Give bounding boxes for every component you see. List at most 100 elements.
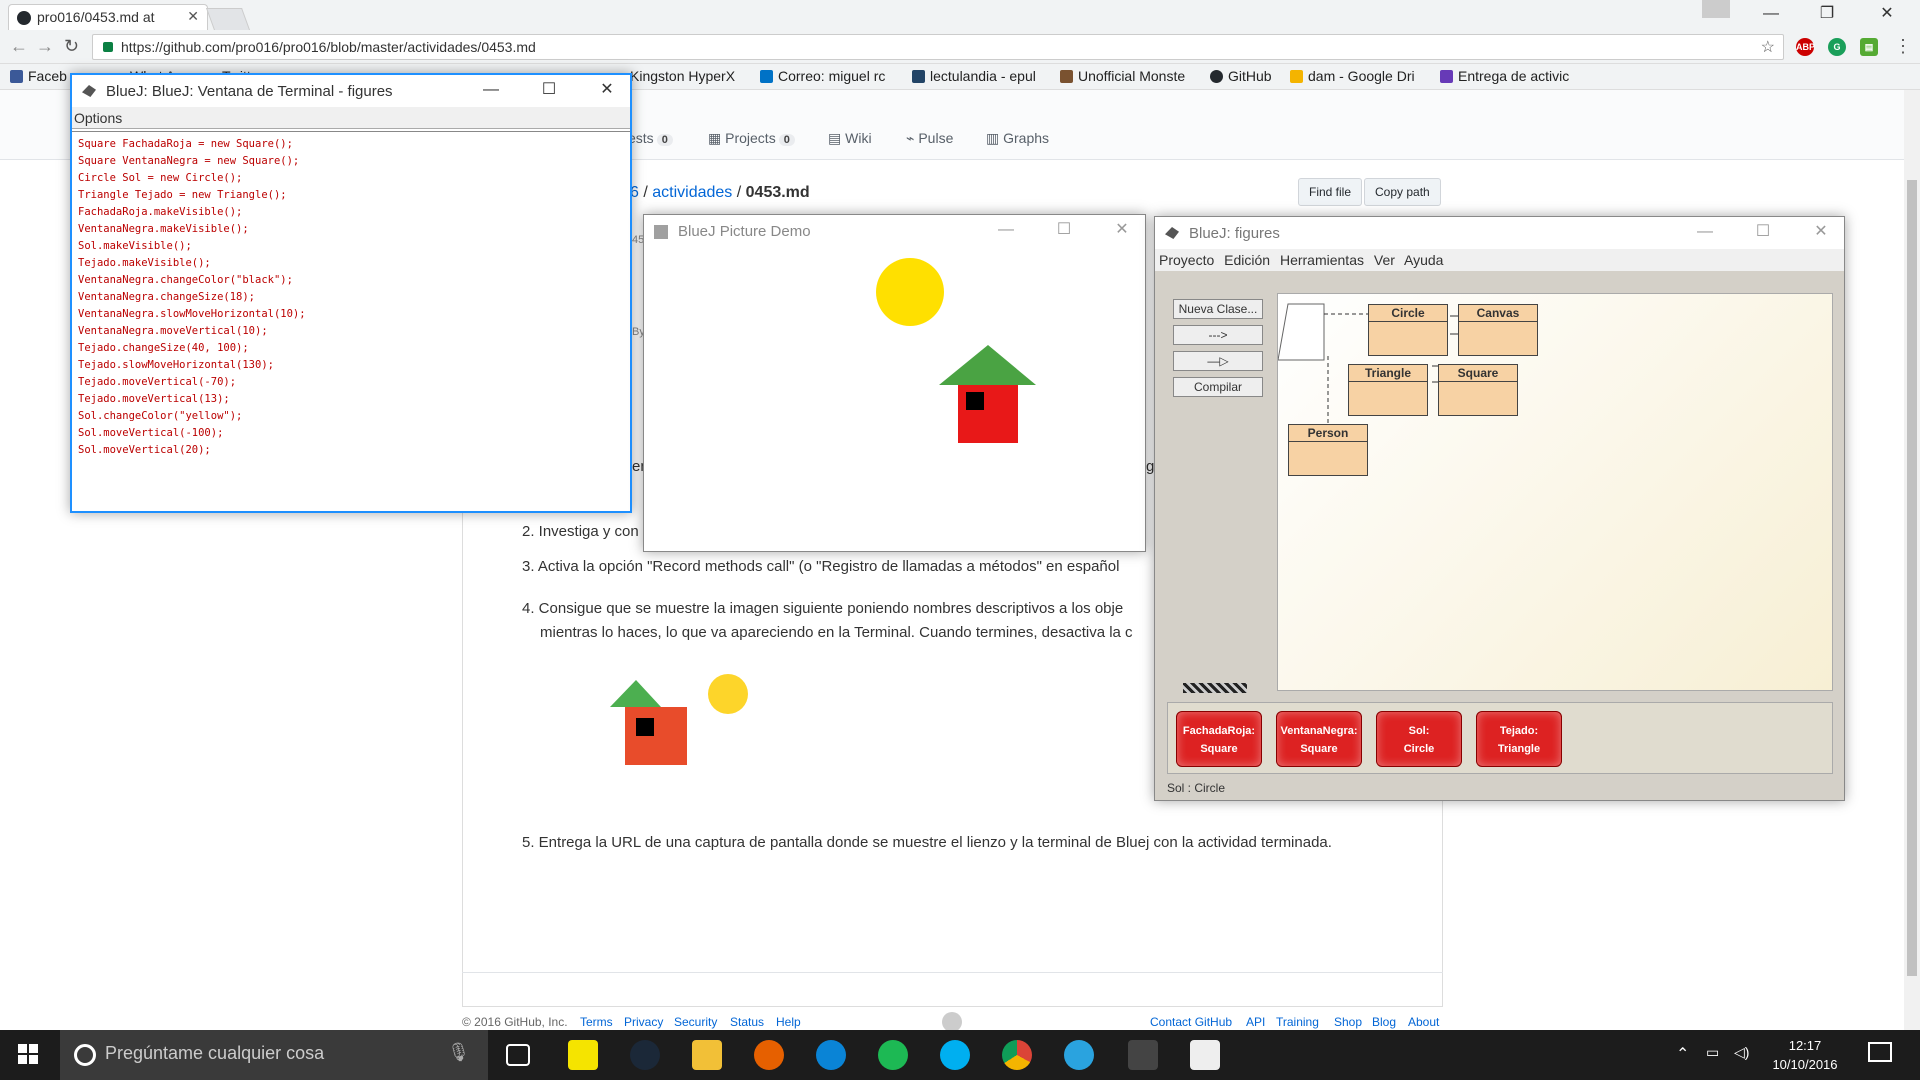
tab-wiki[interactable]: ▤ Wiki (828, 130, 872, 147)
footer-api[interactable]: API (1246, 1015, 1265, 1029)
tab-pulse[interactable]: ⌁ Pulse (906, 130, 953, 147)
clock-date[interactable]: 10/10/2016 (1762, 1057, 1848, 1072)
project-titlebar[interactable]: BlueJ: figures — ☐ ✕ (1155, 217, 1844, 249)
file-explorer-icon[interactable] (692, 1040, 722, 1070)
tray-chevron-icon[interactable]: ⌃ (1676, 1044, 1689, 1064)
clock-time[interactable]: 12:17 (1770, 1038, 1840, 1053)
bookmark-item[interactable]: Correo: miguel rc (760, 68, 885, 84)
bookmark-item[interactable]: Faceb (10, 68, 67, 84)
bookmark-item[interactable]: Entrega de activic (1440, 68, 1569, 84)
java-taskbar-icon[interactable] (1190, 1040, 1220, 1070)
grammarly-icon[interactable]: G (1828, 38, 1846, 56)
menu-ayuda[interactable]: Ayuda (1404, 252, 1443, 268)
back-icon[interactable]: ← (10, 36, 28, 57)
tab-projects[interactable]: ▦ Projects 0 (708, 130, 795, 147)
action-center-icon[interactable] (1868, 1042, 1892, 1062)
compile-button[interactable]: Compilar (1173, 377, 1263, 397)
bookmark-item[interactable]: GitHub (1210, 68, 1272, 84)
picture-titlebar[interactable]: BlueJ Picture Demo — ☐ ✕ (644, 215, 1145, 247)
options-menu[interactable]: Options (72, 107, 630, 129)
skype-icon[interactable] (940, 1040, 970, 1070)
bookmark-item[interactable]: Unofficial Monste (1060, 68, 1185, 84)
footer-privacy[interactable]: Privacy (624, 1015, 663, 1029)
object-ventananegra[interactable]: VentanaNegra: Square (1276, 711, 1362, 767)
menu-herramientas[interactable]: Herramientas (1280, 252, 1364, 268)
bookmark-star-icon[interactable]: ☆ (1761, 37, 1775, 57)
spotify-icon[interactable] (878, 1040, 908, 1070)
page-scrollbar[interactable] (1904, 90, 1920, 1030)
footer-training[interactable]: Training (1276, 1015, 1319, 1029)
footer-contact[interactable]: Contact GitHub (1150, 1015, 1232, 1029)
firefox-icon[interactable] (754, 1040, 784, 1070)
bookmark-item[interactable]: lectulandia - epul (912, 68, 1036, 84)
maximize-button[interactable]: ☐ (1740, 217, 1786, 249)
menu-icon[interactable]: ⋮ (1894, 36, 1912, 57)
object-fachadaroja[interactable]: FachadaRoja: Square (1176, 711, 1262, 767)
maximize-button[interactable]: ☐ (526, 75, 572, 107)
address-bar[interactable]: https://github.com/pro016/pro016/blob/ma… (92, 34, 1784, 60)
object-sol[interactable]: Sol: Circle (1376, 711, 1462, 767)
tab-pull-requests[interactable]: ests 0 (628, 130, 673, 146)
microphone-icon[interactable]: 🎙 (447, 1042, 470, 1063)
bookmark-item[interactable]: Kingston HyperX (630, 68, 735, 84)
class-box-circle[interactable]: Circle (1368, 304, 1448, 356)
adblock-icon[interactable]: ABP (1796, 38, 1815, 56)
copy-path-button[interactable]: Copy path (1364, 178, 1441, 206)
object-tejado[interactable]: Tejado: Triangle (1476, 711, 1562, 767)
menu-ver[interactable]: Ver (1374, 252, 1395, 268)
extension-icon[interactable]: ▤ (1860, 38, 1878, 56)
footer-blog[interactable]: Blog (1372, 1015, 1396, 1029)
footer-security[interactable]: Security (674, 1015, 717, 1029)
steam-icon[interactable] (630, 1040, 660, 1070)
inheritance-arrow-button[interactable]: —▷ (1173, 351, 1263, 371)
minimize-button[interactable]: — (468, 75, 514, 107)
thunderbird-icon[interactable] (816, 1040, 846, 1070)
network-icon[interactable]: ▭ (1706, 1044, 1719, 1061)
class-box-square[interactable]: Square (1438, 364, 1518, 416)
close-button[interactable]: ✕ (584, 75, 630, 107)
close-tab-icon[interactable]: ✕ (187, 8, 199, 25)
crumb-folder[interactable]: actividades (652, 184, 732, 201)
bookmark-item[interactable]: dam - Google Dri (1290, 68, 1415, 84)
footer-status[interactable]: Status (730, 1015, 764, 1029)
forward-icon[interactable]: → (36, 36, 54, 57)
minimize-button[interactable]: — (1748, 0, 1794, 30)
new-class-button[interactable]: Nueva Clase... (1173, 299, 1263, 319)
minimize-button[interactable]: — (1682, 217, 1728, 249)
footer-about[interactable]: About (1408, 1015, 1439, 1029)
chrome-icon[interactable] (1002, 1040, 1032, 1070)
dependency-arrow-button[interactable]: ---> (1173, 325, 1263, 345)
search-box[interactable]: Pregúntame cualquier cosa 🎙 (60, 1030, 488, 1080)
terminal-titlebar[interactable]: BlueJ: BlueJ: Ventana de Terminal - figu… (72, 75, 630, 107)
class-box-triangle[interactable]: Triangle (1348, 364, 1428, 416)
close-button[interactable]: ✕ (1798, 217, 1844, 249)
footer-help[interactable]: Help (776, 1015, 801, 1029)
new-tab-button[interactable] (205, 8, 251, 30)
user-icon[interactable] (1702, 0, 1730, 18)
class-box-canvas[interactable]: Canvas (1458, 304, 1538, 356)
bluej-icon (82, 85, 96, 97)
footer-terms[interactable]: Terms (580, 1015, 613, 1029)
restore-button[interactable]: ❐ (1804, 0, 1850, 30)
menu-edicion[interactable]: Edición (1224, 252, 1270, 268)
minimize-button[interactable]: — (983, 215, 1029, 247)
close-button[interactable]: ✕ (1099, 215, 1145, 247)
browser-tab[interactable]: pro016/0453.md at ✕ (8, 4, 208, 30)
start-icon[interactable] (18, 1044, 38, 1064)
task-view-icon[interactable] (506, 1044, 530, 1066)
github-logo-icon[interactable] (942, 1012, 962, 1032)
volume-icon[interactable]: ◁) (1734, 1044, 1749, 1061)
class-box-person[interactable]: Person (1288, 424, 1368, 476)
tab-graphs[interactable]: ▥ Graphs (986, 130, 1049, 147)
footer-shop[interactable]: Shop (1334, 1015, 1362, 1029)
terminal-output[interactable]: Square FachadaRoja = new Square(); Square… (72, 131, 630, 511)
sticky-notes-icon[interactable] (568, 1040, 598, 1070)
telegram-icon[interactable] (1064, 1040, 1094, 1070)
bluej-taskbar-icon[interactable] (1128, 1040, 1158, 1070)
scrollbar-thumb[interactable] (1907, 180, 1917, 976)
close-button[interactable]: ✕ (1864, 0, 1910, 30)
reload-icon[interactable]: ↻ (64, 36, 79, 57)
maximize-button[interactable]: ☐ (1041, 215, 1087, 247)
menu-proyecto[interactable]: Proyecto (1159, 252, 1214, 268)
find-file-button[interactable]: Find file (1298, 178, 1363, 206)
